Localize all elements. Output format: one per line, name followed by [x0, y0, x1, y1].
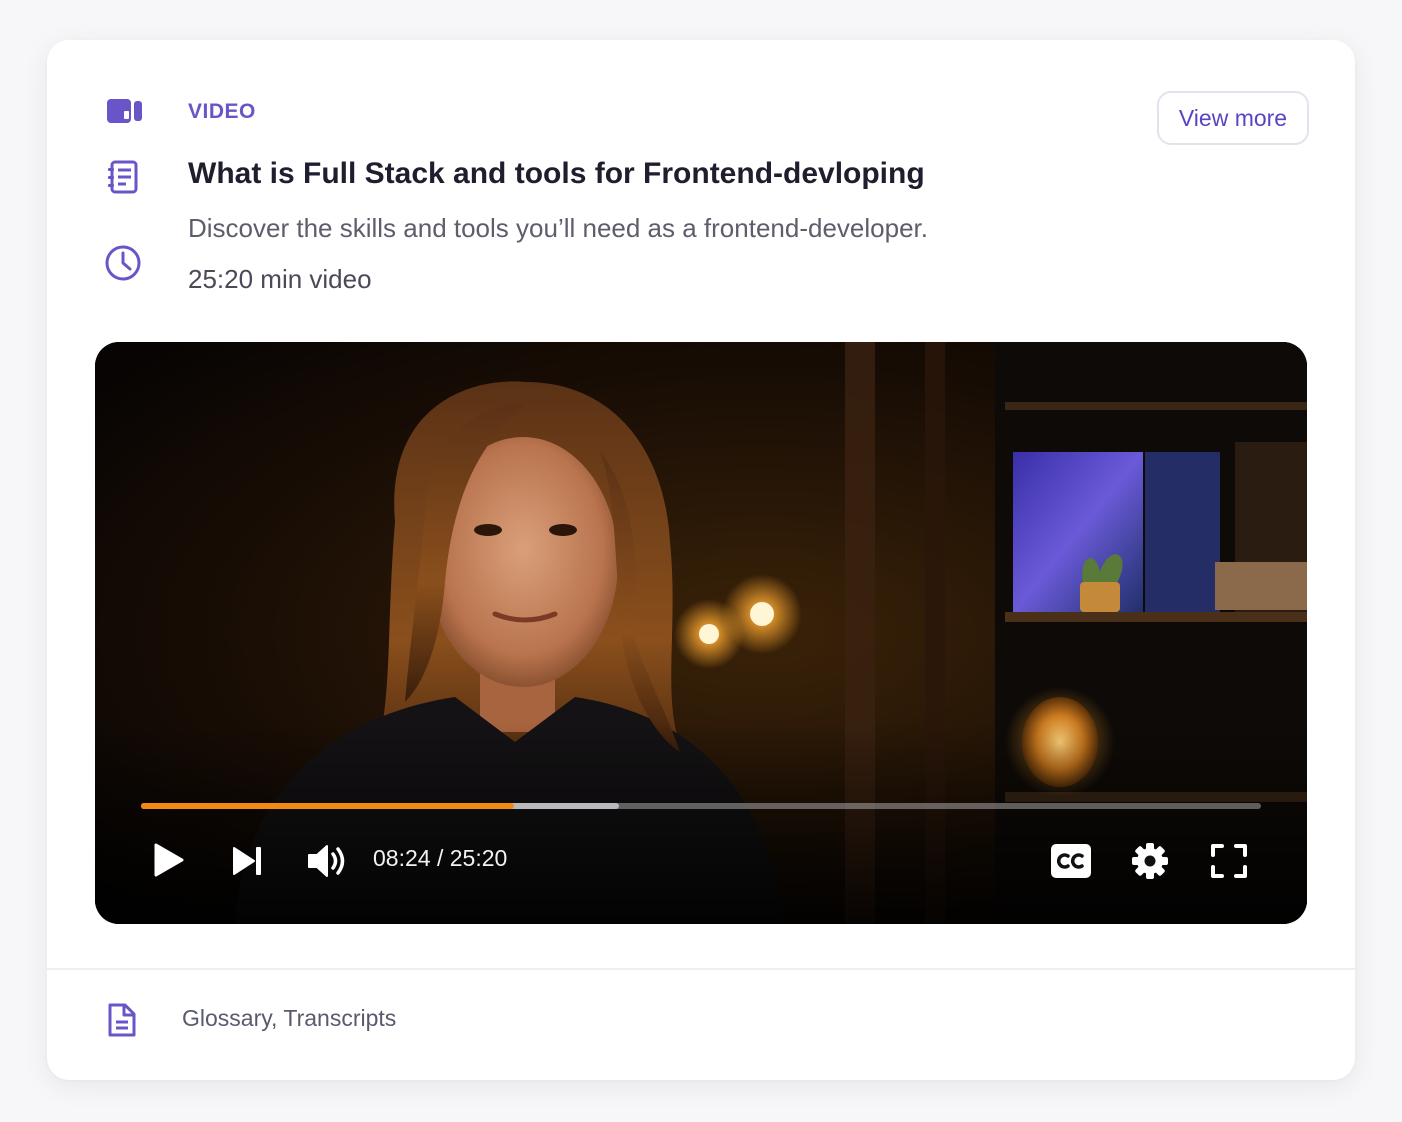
video-title: What is Full Stack and tools for Fronten… — [188, 157, 925, 190]
fullscreen-icon[interactable] — [1210, 843, 1248, 884]
playback-time: 08:24 / 25:20 — [373, 845, 507, 872]
video-description: Discover the skills and tools you’ll nee… — [188, 213, 928, 243]
video-camera-icon — [107, 97, 143, 125]
video-card: VIDEO What is Full Stack and tools for F… — [47, 40, 1355, 1080]
total-time: 25:20 — [449, 845, 508, 871]
video-duration: 25:20 min video — [188, 264, 372, 294]
time-separator: / — [436, 845, 444, 871]
cc-icon[interactable] — [1050, 843, 1092, 884]
play-icon[interactable] — [153, 842, 185, 883]
notebook-icon — [108, 160, 138, 194]
resources-link[interactable]: Glossary, Transcripts — [182, 1005, 396, 1032]
document-icon — [106, 1002, 138, 1043]
content-type-label: VIDEO — [188, 100, 256, 123]
clock-icon — [104, 244, 142, 282]
progress-fill — [141, 803, 514, 809]
skip-next-icon[interactable] — [232, 846, 264, 881]
volume-icon[interactable] — [307, 844, 349, 883]
view-more-button[interactable]: View more — [1157, 91, 1309, 145]
settings-icon[interactable] — [1131, 842, 1169, 885]
video-frame-image — [95, 342, 1307, 924]
divider — [47, 968, 1355, 970]
progress-bar[interactable] — [141, 803, 1261, 809]
current-time: 08:24 — [373, 845, 431, 871]
video-player[interactable]: 08:24 / 25:20 — [95, 342, 1307, 924]
